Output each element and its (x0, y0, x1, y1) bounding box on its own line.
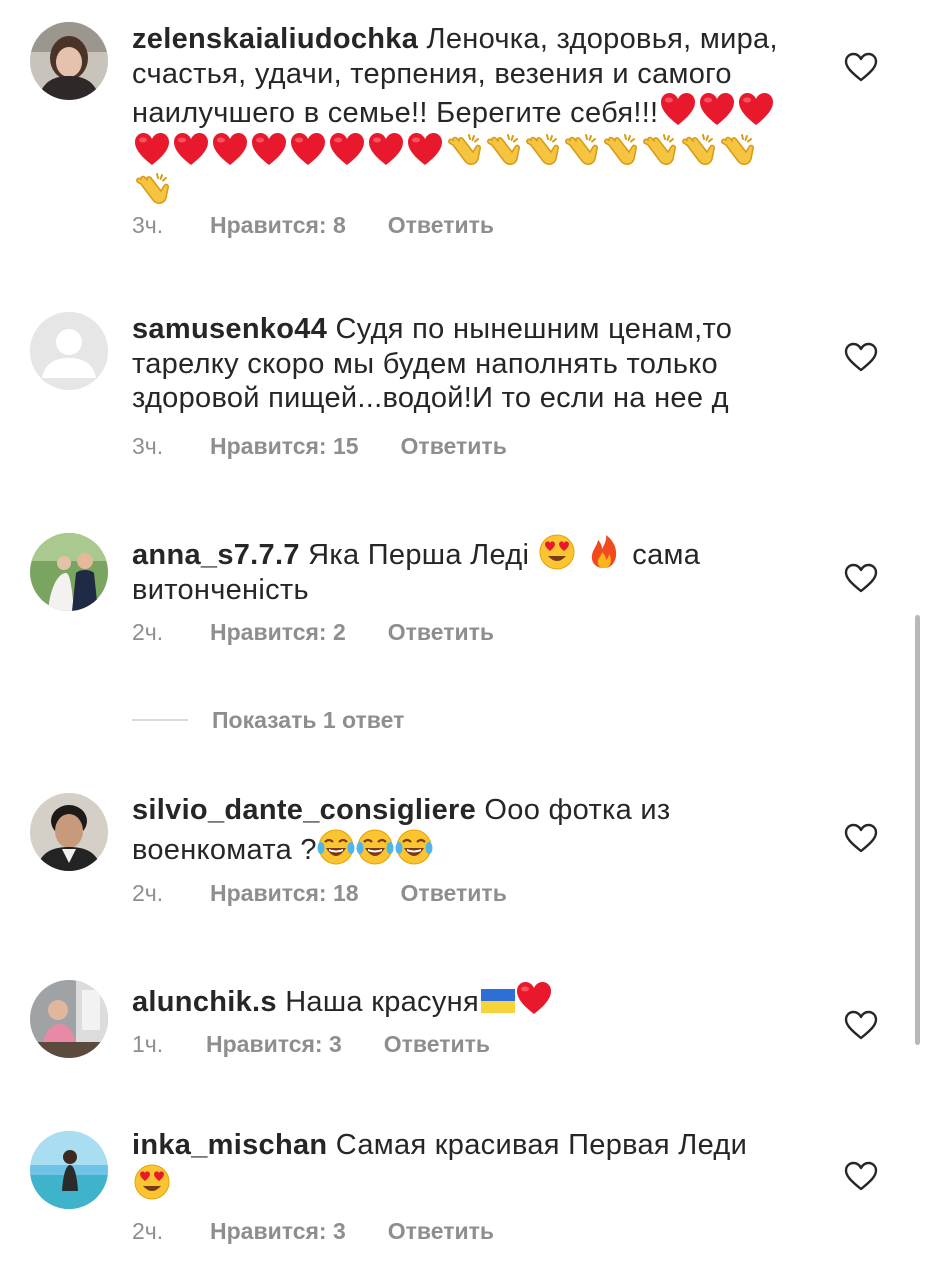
comment-body: zelenskaialiudochka Леночка, здоровья, м… (132, 22, 792, 210)
comment-body: silvio_dante_consigliere Ооо фотка из во… (132, 793, 792, 867)
comment-text: Яка Перша Леді (308, 539, 530, 571)
reply-button[interactable]: Ответить (384, 1031, 490, 1057)
avatar[interactable] (30, 22, 108, 100)
like-heart-icon[interactable] (844, 1010, 878, 1040)
heart-icon (515, 980, 553, 1018)
heart-icon (328, 131, 366, 169)
reply-button[interactable]: Ответить (388, 619, 494, 645)
clap-icon (484, 131, 522, 169)
heart-icon (250, 131, 288, 169)
comment-time: 3ч. (132, 433, 164, 459)
avatar[interactable] (30, 980, 108, 1058)
like-heart-icon[interactable] (844, 563, 878, 593)
username-link[interactable]: zelenskaialiudochka (132, 23, 418, 55)
clap-icon (562, 131, 600, 169)
comment-meta: 1ч. Нравится: 3 Ответить (132, 1031, 490, 1058)
ukraine-flag-icon (480, 989, 515, 1013)
username-link[interactable]: alunchik.s (132, 986, 277, 1018)
heart-icon (289, 131, 327, 169)
username-link[interactable]: anna_s7.7.7 (132, 539, 300, 571)
heart-icon (172, 131, 210, 169)
likes-count[interactable]: Нравится: 2 (210, 619, 346, 646)
heart-icon (367, 131, 405, 169)
comment-time: 2ч. (132, 619, 164, 645)
likes-count[interactable]: Нравится: 8 (210, 212, 346, 239)
clap-icon (601, 131, 639, 169)
clap-icon (133, 170, 171, 208)
comment-meta: 3ч. Нравится: 8 Ответить (132, 212, 494, 239)
comment-time: 2ч. (132, 880, 164, 906)
reply-button[interactable]: Ответить (401, 433, 507, 459)
username-link[interactable]: silvio_dante_consigliere (132, 794, 476, 826)
comment-body: alunchik.s Наша красуня (132, 980, 792, 1020)
like-heart-icon[interactable] (844, 823, 878, 853)
reply-button[interactable]: Ответить (388, 212, 494, 238)
like-heart-icon[interactable] (844, 1161, 878, 1191)
reply-button[interactable]: Ответить (401, 880, 507, 906)
comment-time: 3ч. (132, 212, 164, 238)
clap-icon (718, 131, 756, 169)
username-link[interactable]: samusenko44 (132, 313, 327, 345)
comment-body: samusenko44 Судя по нынешним ценам,то та… (132, 312, 792, 416)
replies-divider (132, 719, 188, 721)
laugh-icon (356, 828, 394, 866)
heart-icon (698, 91, 736, 129)
avatar[interactable] (30, 533, 108, 611)
show-replies-button[interactable]: Показать 1 ответ (212, 707, 404, 734)
like-heart-icon[interactable] (844, 342, 878, 372)
clap-icon (640, 131, 678, 169)
comment-meta: 2ч. Нравится: 3 Ответить (132, 1218, 494, 1245)
likes-count[interactable]: Нравится: 3 (206, 1031, 342, 1058)
username-link[interactable]: inka_mischan (132, 1129, 327, 1161)
clap-icon (445, 131, 483, 169)
comment-time: 2ч. (132, 1218, 164, 1244)
comment-meta: 3ч. Нравится: 15 Ответить (132, 433, 507, 460)
comment-body: anna_s7.7.7 Яка Перша Леді сама витончен… (132, 533, 792, 607)
heart-eyes-icon (538, 533, 576, 571)
fire-icon (585, 533, 623, 571)
clap-icon (523, 131, 561, 169)
like-heart-icon[interactable] (844, 52, 878, 82)
comment-text: Самая красивая Первая Леди (335, 1129, 748, 1161)
likes-count[interactable]: Нравится: 18 (210, 880, 359, 907)
heart-icon (659, 91, 697, 129)
comment-meta: 2ч. Нравится: 2 Ответить (132, 619, 494, 646)
comment-body: inka_mischan Самая красивая Первая Леди (132, 1128, 792, 1202)
avatar[interactable] (30, 312, 108, 390)
heart-eyes-icon (133, 1163, 171, 1201)
heart-icon (737, 91, 775, 129)
scrollbar[interactable] (915, 615, 920, 1045)
avatar[interactable] (30, 1131, 108, 1209)
reply-button[interactable]: Ответить (388, 1218, 494, 1244)
avatar[interactable] (30, 793, 108, 871)
comment-meta: 2ч. Нравится: 18 Ответить (132, 880, 507, 907)
heart-icon (211, 131, 249, 169)
comment-text: Наша красуня (285, 986, 479, 1018)
likes-count[interactable]: Нравится: 3 (210, 1218, 346, 1245)
comment-time: 1ч. (132, 1031, 164, 1057)
laugh-icon (317, 828, 355, 866)
heart-icon (133, 131, 171, 169)
heart-icon (406, 131, 444, 169)
likes-count[interactable]: Нравится: 15 (210, 433, 359, 460)
clap-icon (679, 131, 717, 169)
laugh-icon (395, 828, 433, 866)
